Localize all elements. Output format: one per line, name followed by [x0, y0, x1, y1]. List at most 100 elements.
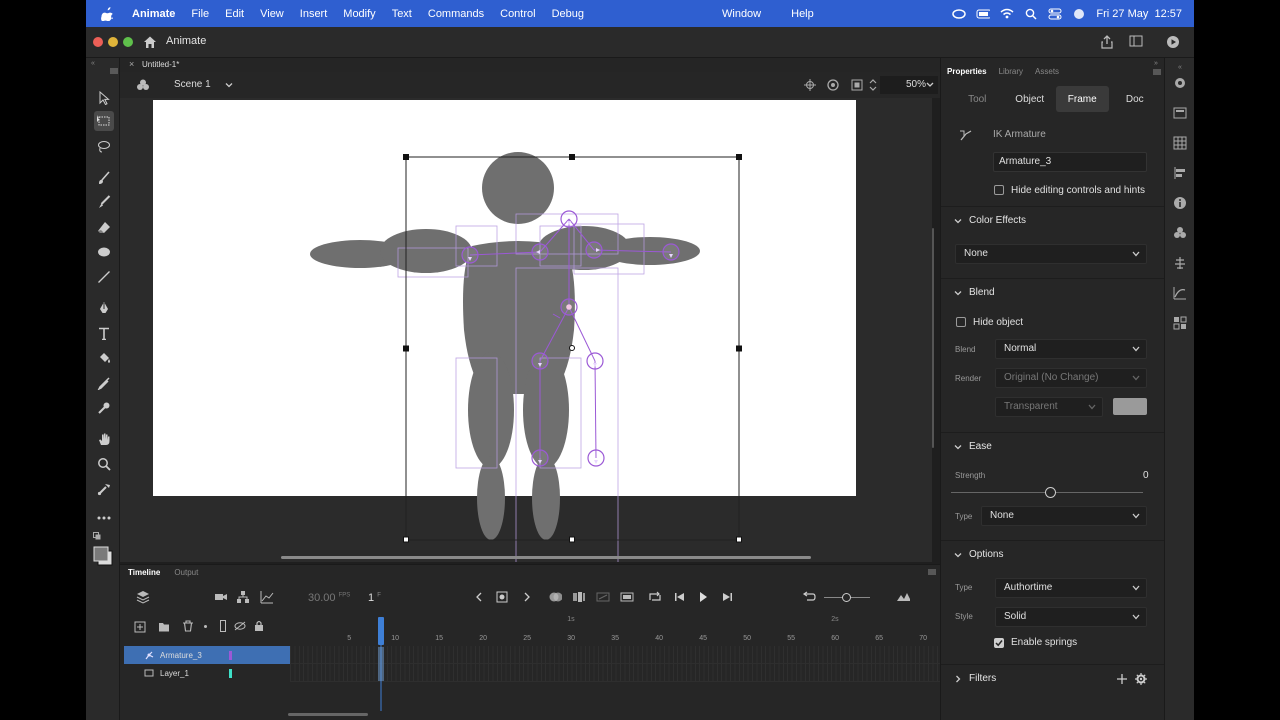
frame-grid[interactable]: [290, 646, 940, 682]
step-forward-icon[interactable]: [720, 590, 734, 604]
test-movie-icon[interactable]: [1166, 35, 1182, 49]
chevron-down-icon[interactable]: [954, 217, 962, 225]
canvas-horizontal-scrollbar[interactable]: [281, 556, 811, 559]
lasso-tool-icon[interactable]: [94, 137, 114, 157]
menu-view[interactable]: View: [252, 8, 292, 20]
fit-timeline-icon[interactable]: [896, 590, 910, 604]
create-tween-icon[interactable]: [596, 590, 610, 604]
menu-control[interactable]: Control: [492, 8, 543, 20]
color-panel-icon[interactable]: [1173, 226, 1187, 240]
blend-mode-select[interactable]: Normal: [995, 339, 1147, 359]
playhead[interactable]: [378, 617, 384, 711]
edit-scene-icon[interactable]: [136, 78, 150, 92]
tab-properties[interactable]: Properties: [947, 67, 987, 76]
armature-name-field[interactable]: Armature_3: [993, 152, 1147, 172]
layer-color-mark[interactable]: [229, 651, 232, 660]
color-effect-select[interactable]: None: [955, 244, 1147, 264]
text-tool-icon[interactable]: [94, 323, 114, 343]
tab-output[interactable]: Output: [174, 568, 198, 582]
zoom-window-button[interactable]: [123, 37, 133, 47]
brush-tool-icon[interactable]: [94, 168, 114, 188]
onion-skin-icon[interactable]: [548, 590, 562, 604]
stroke-fill-color-icon[interactable]: [93, 546, 115, 568]
clock[interactable]: Fri 27 May 12:57: [1096, 8, 1182, 20]
enable-springs-checkbox[interactable]: [994, 638, 1004, 648]
close-document-icon[interactable]: ×: [129, 59, 134, 69]
close-window-button[interactable]: [93, 37, 103, 47]
asset-warp-tool-icon[interactable]: [94, 479, 114, 499]
menu-modify[interactable]: Modify: [335, 8, 383, 20]
segment-tool[interactable]: Tool: [951, 86, 1004, 112]
panel-menu-icon[interactable]: [928, 569, 936, 575]
insert-keyframe-icon[interactable]: [495, 590, 509, 604]
workspace-icon[interactable]: [1129, 35, 1145, 49]
menu-edit[interactable]: Edit: [217, 8, 252, 20]
paint-bucket-tool-icon[interactable]: [94, 348, 114, 368]
figure-body[interactable]: [310, 152, 700, 540]
scene-name[interactable]: Scene 1: [174, 79, 211, 90]
collapse-panel-icon[interactable]: »: [1154, 60, 1158, 67]
fps-value[interactable]: 30.00: [308, 592, 336, 604]
previous-keyframe-icon[interactable]: [472, 590, 486, 604]
ease-type-select[interactable]: None: [981, 506, 1147, 526]
creative-cloud-icon[interactable]: [952, 8, 967, 20]
options-title[interactable]: Options: [969, 549, 1003, 560]
clip-content-icon[interactable]: [850, 78, 864, 92]
components-icon[interactable]: [1173, 316, 1187, 330]
pen-tool-icon[interactable]: [94, 298, 114, 318]
camera-icon[interactable]: [214, 590, 228, 604]
menu-app-name[interactable]: Animate: [124, 8, 183, 20]
filters-title[interactable]: Filters: [969, 673, 996, 684]
swap-colors-icon[interactable]: [93, 532, 101, 540]
segment-doc[interactable]: Doc: [1109, 86, 1162, 112]
lock-icon[interactable]: [254, 620, 264, 632]
zoom-tool-icon[interactable]: [94, 454, 114, 474]
timeline-ruler[interactable]: 5 10 15 20 25 30 35 40 45 50 55 60 65 70 1s 2s: [290, 615, 940, 645]
tab-timeline[interactable]: Timeline: [128, 568, 160, 582]
next-keyframe-icon[interactable]: [520, 590, 534, 604]
expand-panels-icon[interactable]: «: [1173, 60, 1187, 74]
segment-frame[interactable]: Frame: [1056, 86, 1109, 112]
layer-color-mark[interactable]: [229, 669, 232, 678]
frame-row[interactable]: [290, 664, 940, 682]
eraser-tool-icon[interactable]: [94, 217, 114, 237]
paint-brush-tool-icon[interactable]: [94, 192, 114, 212]
filter-settings-icon[interactable]: [1135, 673, 1147, 685]
search-icon[interactable]: [1024, 8, 1038, 20]
undo-icon[interactable]: [802, 590, 816, 604]
layer-parenting-icon[interactable]: [236, 590, 250, 604]
new-layer-icon[interactable]: [134, 621, 146, 633]
library-panel-icon[interactable]: [1173, 106, 1187, 120]
motion-presets-icon[interactable]: [1173, 256, 1187, 270]
panel-menu-icon[interactable]: [1153, 69, 1161, 75]
timeline-zoom-knob[interactable]: [842, 593, 851, 602]
layer-name[interactable]: Armature_3: [160, 651, 290, 660]
strength-value[interactable]: 0: [1143, 470, 1149, 481]
toolbar-menu-icon[interactable]: [110, 68, 118, 74]
blend-title[interactable]: Blend: [969, 287, 995, 298]
eyedropper-tool-icon[interactable]: [94, 373, 114, 393]
color-effects-title[interactable]: Color Effects: [969, 215, 1026, 226]
apple-icon[interactable]: [100, 6, 114, 21]
play-icon[interactable]: [696, 590, 710, 604]
options-style-select[interactable]: Solid: [995, 607, 1147, 627]
control-center-icon[interactable]: [1048, 8, 1062, 20]
strength-slider-knob[interactable]: [1045, 487, 1056, 498]
collapse-toolbar-icon[interactable]: «: [91, 60, 95, 67]
battery-icon[interactable]: [976, 8, 991, 20]
insert-frame-icon[interactable]: [620, 590, 634, 604]
pasteboard[interactable]: [120, 98, 932, 562]
options-type-select[interactable]: Authortime: [995, 578, 1147, 598]
home-icon[interactable]: [142, 35, 158, 49]
free-transform-tool-icon[interactable]: [94, 111, 114, 131]
chevron-down-icon[interactable]: [954, 443, 962, 451]
menu-window[interactable]: Window: [714, 8, 769, 20]
render-select[interactable]: Original (No Change): [995, 368, 1147, 388]
loop-playback-icon[interactable]: [648, 590, 662, 604]
selection-tool-icon[interactable]: [94, 88, 114, 108]
layer-row[interactable]: Armature_3: [124, 646, 290, 664]
background-color-swatch[interactable]: [1113, 398, 1147, 415]
layer-row[interactable]: Layer_1: [124, 664, 290, 682]
align-panel-icon[interactable]: [1173, 166, 1187, 180]
menu-file[interactable]: File: [183, 8, 217, 20]
